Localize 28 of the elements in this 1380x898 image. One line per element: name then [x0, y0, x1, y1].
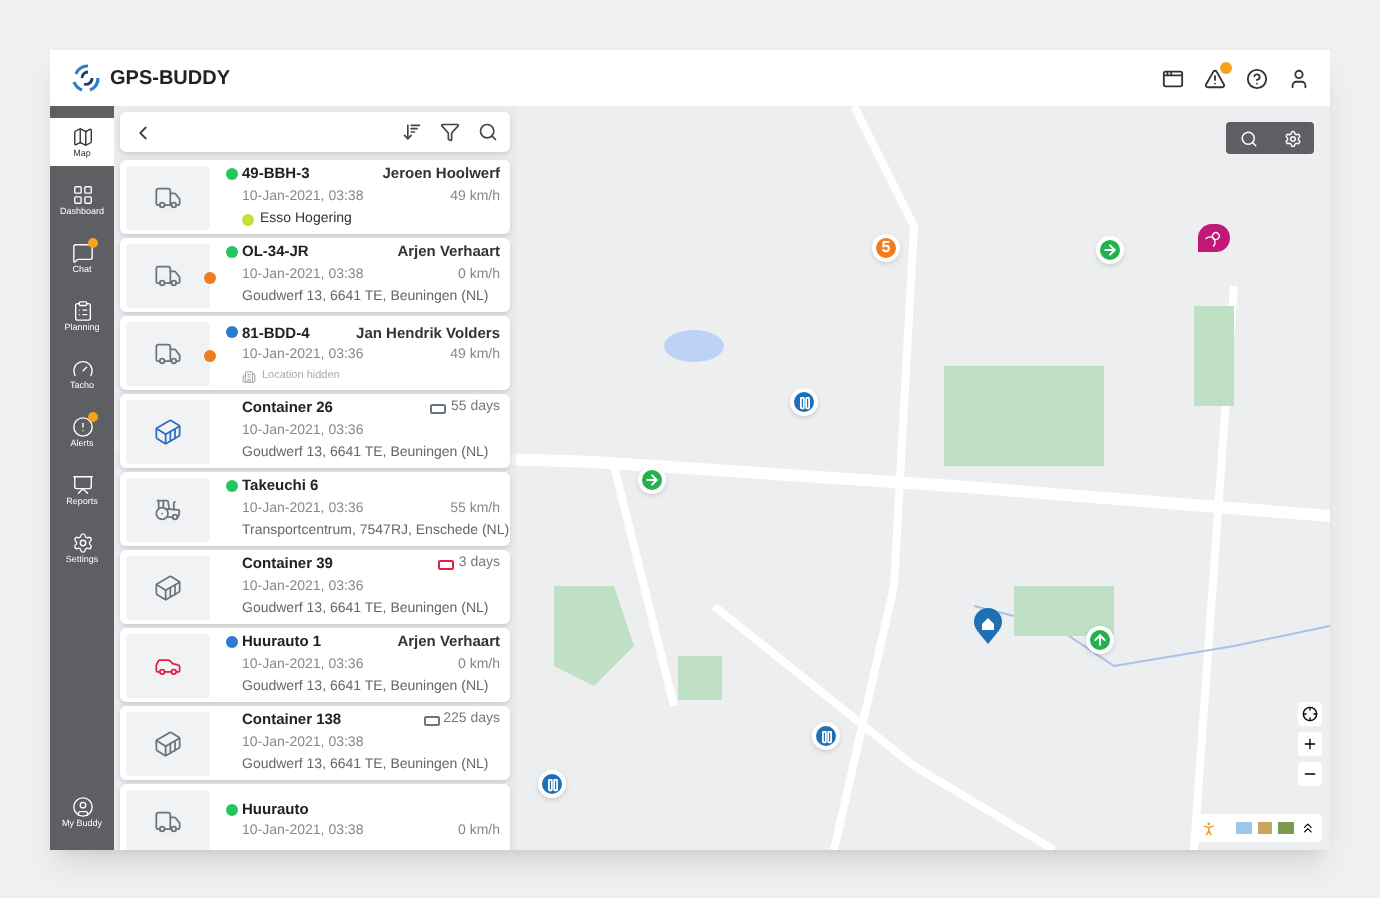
zoom-in-button[interactable]: [1298, 732, 1322, 756]
gauge-icon: [71, 357, 93, 380]
chat-icon: [71, 241, 93, 264]
buddy-icon: [71, 795, 93, 818]
zoom-out-button[interactable]: [1298, 762, 1322, 786]
building-icon: [242, 369, 256, 384]
filter-icon[interactable]: [440, 122, 460, 142]
person-pin-icon[interactable]: [1198, 224, 1230, 252]
help-icon[interactable]: [1246, 67, 1268, 89]
search-icon[interactable]: [478, 122, 498, 142]
settings-icon: [71, 531, 93, 554]
grid-icon: [71, 183, 93, 206]
alert-icon: [71, 415, 93, 438]
logo-text: GPS-BUDDY: [110, 65, 231, 93]
window-icon[interactable]: [1162, 67, 1184, 89]
crosshair-icon: [1302, 706, 1318, 722]
user-icon[interactable]: [1288, 67, 1310, 89]
clipboard-icon: [71, 299, 93, 322]
expand-icon[interactable]: [1300, 820, 1317, 836]
settings-icon[interactable]: [1283, 129, 1301, 147]
sort-icon[interactable]: [402, 122, 422, 142]
alert-icon[interactable]: [1204, 67, 1226, 89]
presentation-icon: [71, 473, 93, 496]
plus-icon: [1302, 736, 1318, 752]
home-pin-icon[interactable]: [974, 608, 1002, 644]
locate-button[interactable]: [1298, 702, 1322, 726]
map-icon: [71, 125, 93, 148]
logo-icon: [70, 62, 102, 94]
